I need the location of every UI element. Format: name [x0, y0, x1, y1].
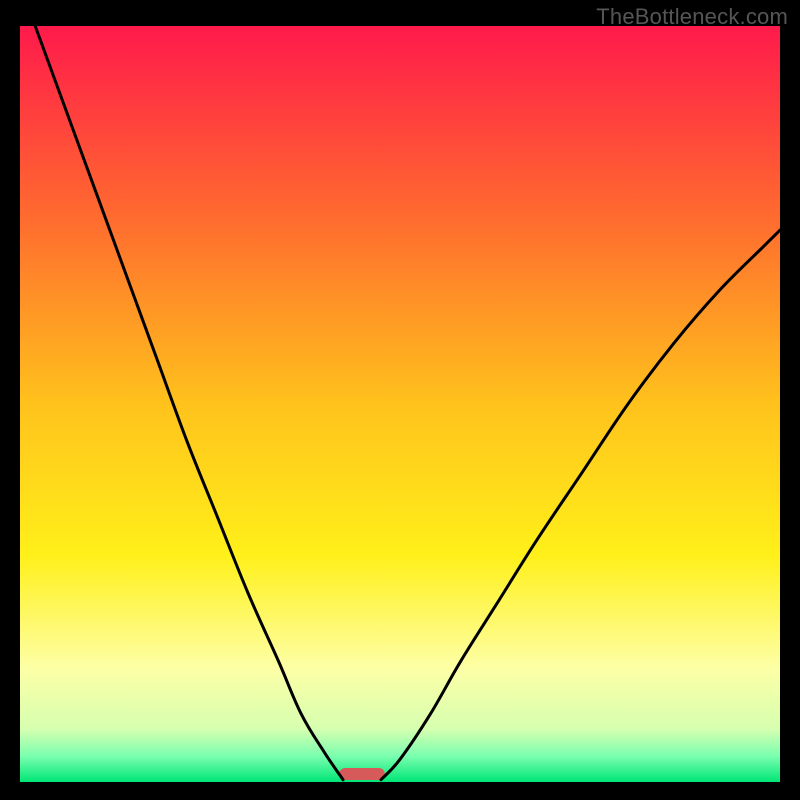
- chart-svg: [20, 26, 780, 782]
- chart-frame: TheBottleneck.com: [0, 0, 800, 800]
- gradient-background: [20, 26, 780, 782]
- watermark-text: TheBottleneck.com: [596, 4, 788, 30]
- plot-area: [20, 26, 780, 782]
- bottleneck-marker: [339, 768, 385, 780]
